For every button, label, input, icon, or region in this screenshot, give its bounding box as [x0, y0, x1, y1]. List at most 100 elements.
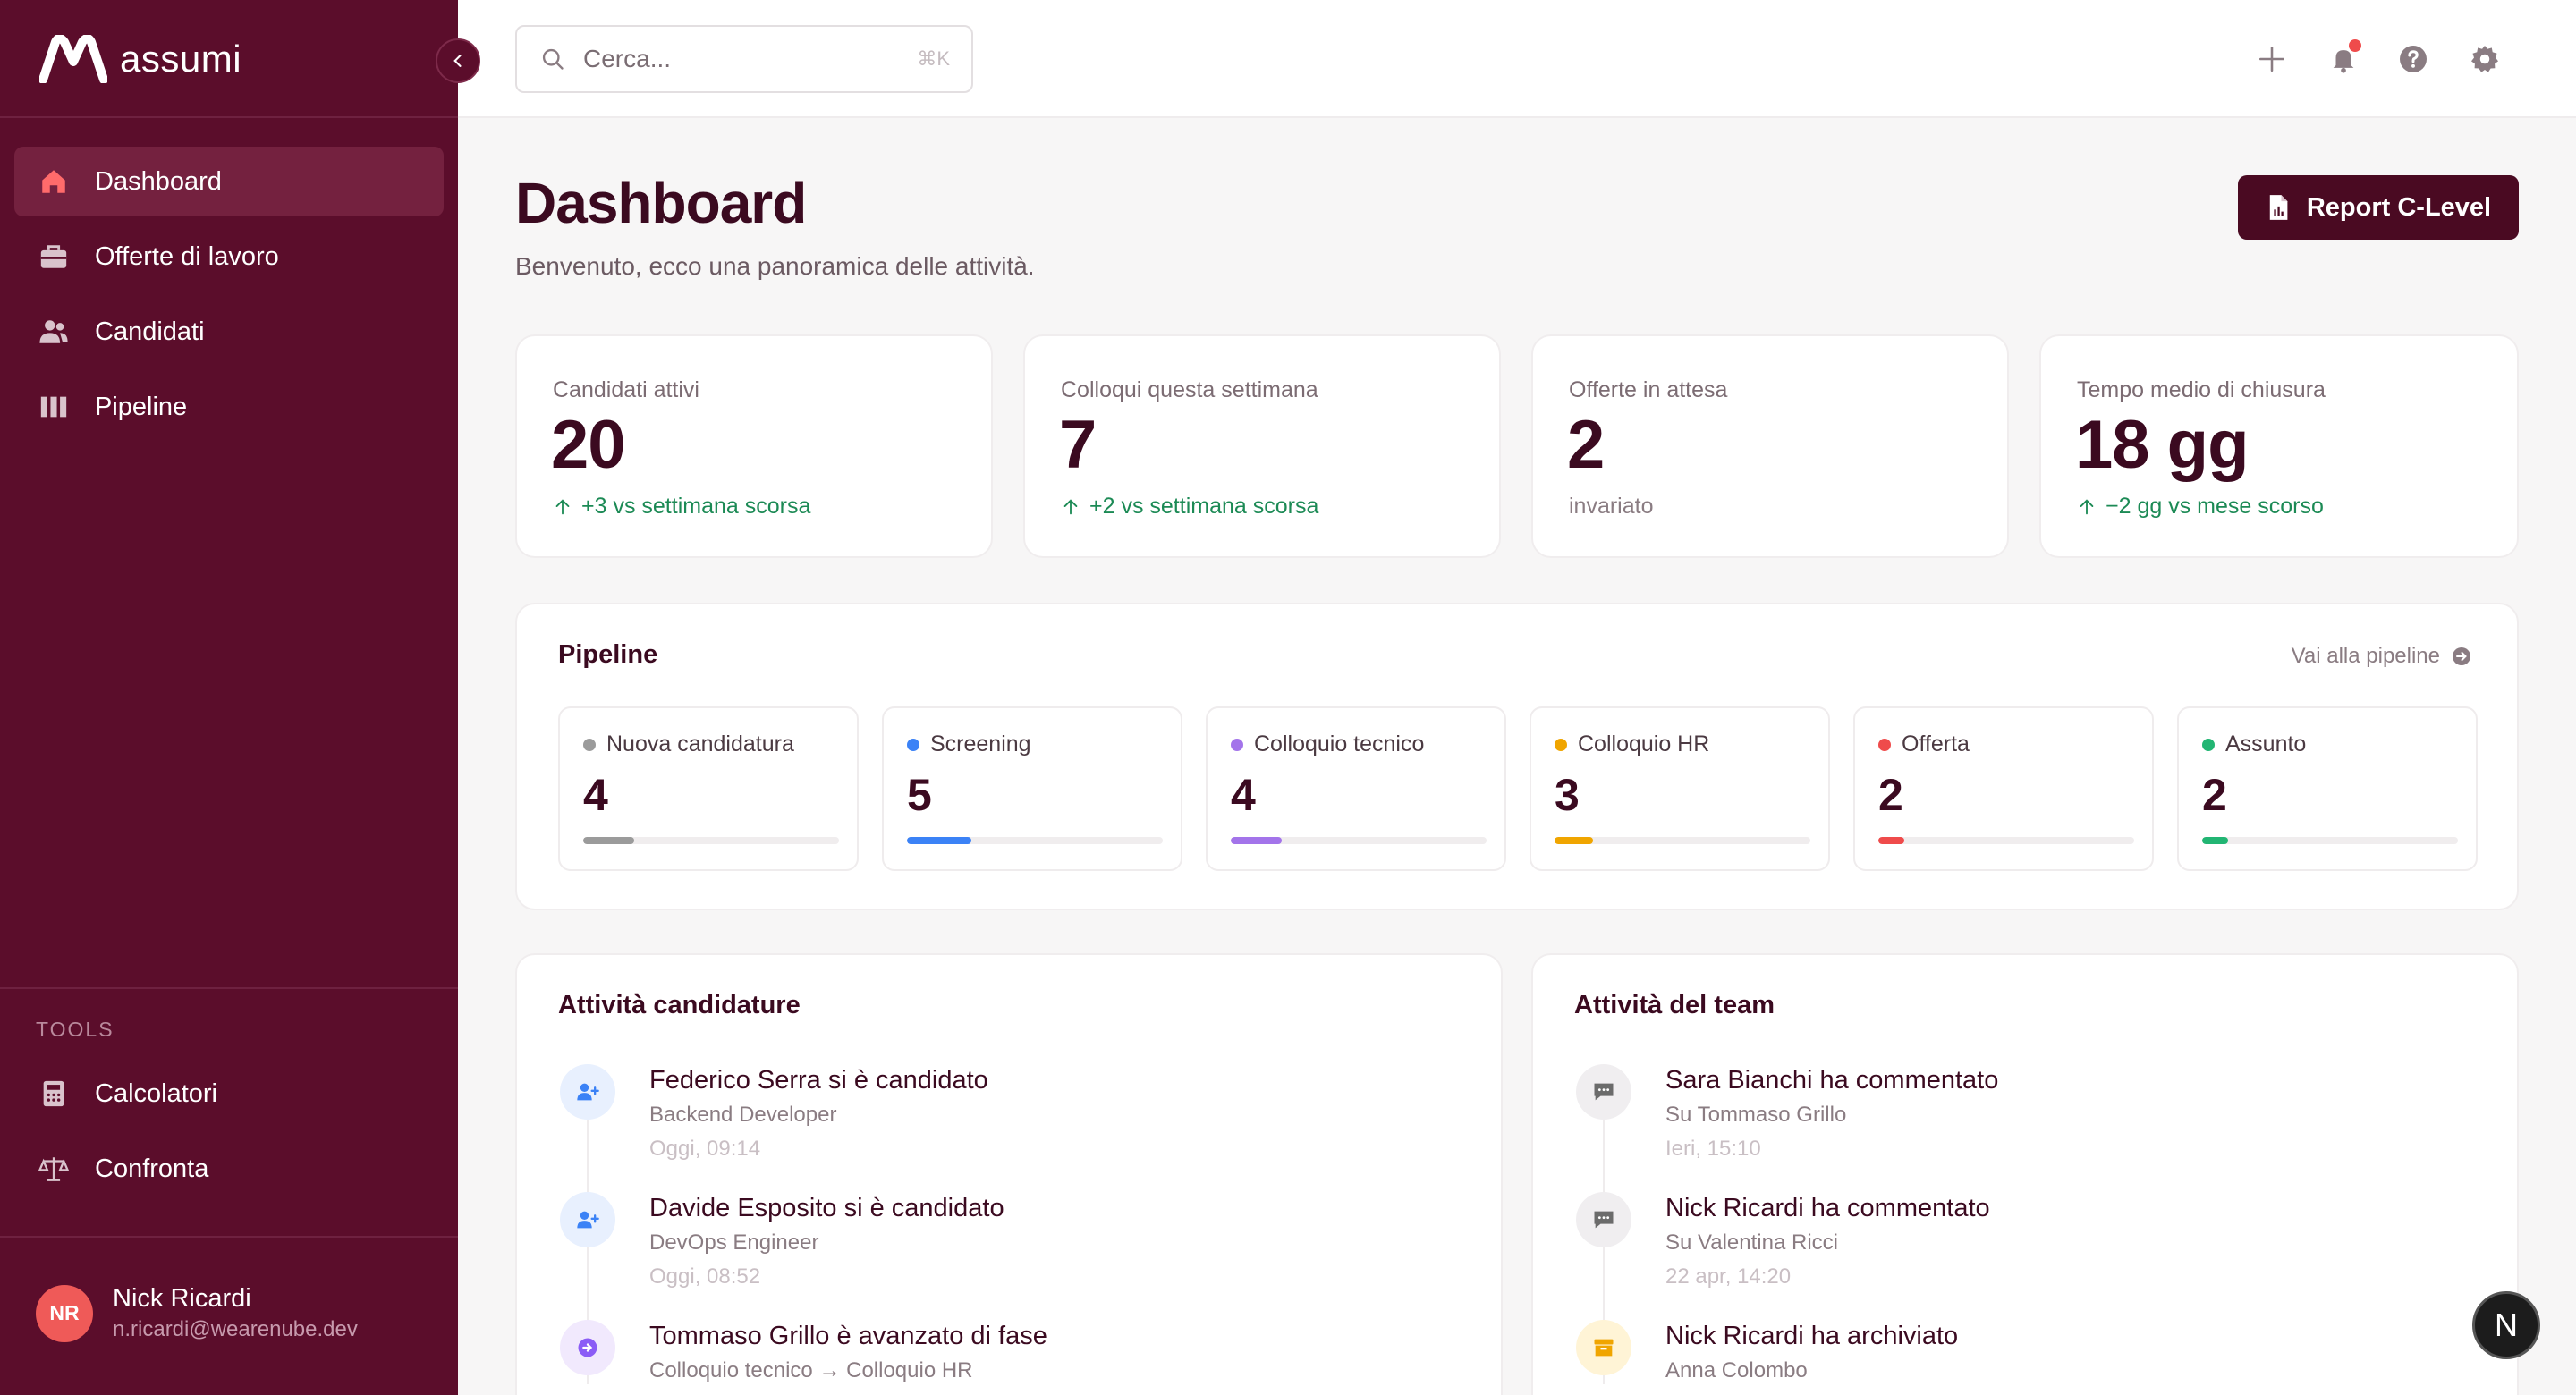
activity-item[interactable]: Nick Ricardi ha archiviato Anna Colombo — [1576, 1320, 1958, 1383]
sidebar-item-pipeline[interactable]: Pipeline — [14, 372, 444, 442]
activity-item[interactable]: Davide Esposito si è candidato DevOps En… — [560, 1192, 1004, 1289]
stage-progress-fill — [907, 837, 971, 844]
sidebar-item-offerte[interactable]: Offerte di lavoro — [14, 222, 444, 292]
topbar: ⌘K — [458, 0, 2576, 118]
activity-item[interactable]: Federico Serra si è candidato Backend De… — [560, 1064, 988, 1162]
search-box[interactable]: ⌘K — [515, 25, 973, 93]
activity-time: Oggi, 09:14 — [649, 1137, 761, 1161]
activity-title: Federico Serra si è candidato — [649, 1066, 988, 1095]
stage-progress-fill — [1231, 837, 1283, 844]
arrow-circle-right-icon — [2453, 647, 2470, 665]
user-name: Nick Ricardi — [113, 1284, 251, 1313]
search-input[interactable] — [583, 45, 887, 73]
stage-progress — [907, 837, 1163, 844]
plus-icon — [2258, 46, 2285, 72]
sidebar-item-dashboard[interactable]: Dashboard — [14, 147, 444, 216]
stage-dot — [1231, 738, 1243, 751]
gear-icon — [2471, 46, 2498, 72]
pipeline-title: Pipeline — [558, 640, 658, 669]
arrow-up-icon — [2080, 498, 2094, 514]
avatar: NR — [36, 1284, 93, 1342]
stat-card-candidati[interactable]: Candidati attivi 20 +3 vs settimana scor… — [515, 334, 993, 558]
activity-team-panel: Attività del team Sara Bianchi ha commen… — [1531, 953, 2519, 1395]
app-name: assumi — [120, 38, 242, 80]
stat-change-text: +2 vs settimana scorsa — [1089, 494, 1319, 519]
pipeline-stage-colloquio-tecnico[interactable]: Colloquio tecnico 4 — [1206, 706, 1506, 871]
report-c-level-button[interactable]: Report C-Level — [2238, 175, 2519, 240]
activity-item[interactable]: Tommaso Grillo è avanzato di fase Colloq… — [560, 1320, 1047, 1383]
stage-count: 5 — [907, 770, 932, 820]
document-icon — [2269, 195, 2288, 220]
pipeline-stage-colloquio-hr[interactable]: Colloquio HR 3 — [1530, 706, 1830, 871]
stage-count: 3 — [1555, 770, 1580, 820]
stat-value: 2 — [1567, 407, 1605, 483]
page-subtitle: Benvenuto, ecco una panoramica delle att… — [515, 252, 1035, 280]
stat-value: 18 gg — [2075, 407, 2249, 483]
stage-label: Nuova candidatura — [606, 731, 794, 757]
add-button[interactable] — [2252, 39, 2292, 79]
page-title: Dashboard — [515, 171, 807, 235]
sidebar-item-confronta[interactable]: Confronta — [14, 1134, 444, 1204]
stage-dot — [1555, 738, 1567, 751]
pipeline-stage-offerta[interactable]: Offerta 2 — [1853, 706, 2154, 871]
activity-subtitle: Colloquio tecnico → Colloquio HR — [649, 1358, 973, 1382]
stage-dot — [907, 738, 919, 751]
stage-progress-fill — [1555, 837, 1593, 844]
archive-icon — [1576, 1320, 1631, 1375]
stage-progress-fill — [1878, 837, 1904, 844]
stat-card-tempo[interactable]: Tempo medio di chiusura 18 gg −2 gg vs m… — [2039, 334, 2519, 558]
help-button[interactable] — [2394, 39, 2433, 79]
report-button-label: Report C-Level — [2306, 192, 2492, 222]
pipeline-stage-screening[interactable]: Screening 5 — [882, 706, 1182, 871]
activity-subtitle: DevOps Engineer — [649, 1230, 819, 1255]
sidebar-item-label: Candidati — [95, 317, 205, 346]
activity-title: Nick Ricardi ha commentato — [1665, 1194, 1990, 1222]
floating-action-button[interactable]: N — [2472, 1291, 2540, 1359]
activity-time: 22 apr, 14:20 — [1665, 1264, 1792, 1289]
stat-change-text: +3 vs settimana scorsa — [581, 494, 811, 519]
notification-dot — [2349, 39, 2361, 52]
sidebar: assumi Dashboard Offerte di lavoro Candi… — [0, 0, 458, 1395]
settings-button[interactable] — [2465, 39, 2504, 79]
chevron-left-icon — [453, 55, 462, 67]
comment-icon — [1576, 1192, 1631, 1247]
activity-title: Sara Bianchi ha commentato — [1665, 1066, 1999, 1095]
stage-count: 2 — [2202, 770, 2227, 820]
sidebar-item-label: Calcolatori — [95, 1078, 217, 1108]
app-logo[interactable]: assumi — [39, 32, 242, 86]
tools-section-label: TOOLS — [36, 1018, 114, 1041]
pipeline-stage-assunto[interactable]: Assunto 2 — [2177, 706, 2478, 871]
stat-change: −2 gg vs mese scorso — [2077, 494, 2324, 520]
stat-value: 7 — [1059, 407, 1097, 483]
stat-card-offerte[interactable]: Offerte in attesa 2 invariato — [1531, 334, 2009, 558]
pipeline-stage-nuova-candidatura[interactable]: Nuova candidatura 4 — [558, 706, 859, 871]
activity-subtitle: Anna Colombo — [1665, 1358, 1808, 1382]
sidebar-item-calcolatori[interactable]: Calcolatori — [14, 1059, 444, 1129]
go-to-pipeline-link[interactable]: Vai alla pipeline — [2292, 644, 2472, 669]
stage-progress — [1231, 837, 1487, 844]
activity-subtitle: Su Tommaso Grillo — [1665, 1103, 1847, 1127]
stage-progress-fill — [2202, 837, 2228, 844]
stage-progress — [1555, 837, 1810, 844]
sidebar-divider — [0, 116, 458, 118]
search-icon — [542, 48, 564, 70]
notifications-button[interactable] — [2324, 39, 2363, 79]
sidebar-item-label: Dashboard — [95, 166, 222, 196]
stat-change: +2 vs settimana scorsa — [1061, 494, 1318, 520]
stat-label: Tempo medio di chiusura — [2077, 377, 2326, 402]
activity-item[interactable]: Nick Ricardi ha commentato Su Valentina … — [1576, 1192, 1990, 1289]
collapse-sidebar-button[interactable] — [436, 38, 480, 83]
activity-title: Tommaso Grillo è avanzato di fase — [649, 1322, 1047, 1350]
activity-candidates-panel: Attività candidature Federico Serra si è… — [515, 953, 1503, 1395]
sidebar-item-label: Pipeline — [95, 392, 188, 421]
activity-time: Ieri, 15:10 — [1665, 1137, 1761, 1161]
activity-title: Nick Ricardi ha archiviato — [1665, 1322, 1959, 1350]
stage-dot — [1878, 738, 1891, 751]
activity-subtitle: Backend Developer — [649, 1103, 837, 1127]
sidebar-item-candidati[interactable]: Candidati — [14, 297, 444, 367]
activity-item[interactable]: Sara Bianchi ha commentato Su Tommaso Gr… — [1576, 1064, 1998, 1162]
user-profile[interactable]: NR Nick Ricardi n.ricardi@wearenube.dev — [36, 1284, 358, 1342]
activity-team-title: Attività del team — [1574, 991, 1775, 1019]
users-icon — [38, 316, 70, 348]
stat-card-colloqui[interactable]: Colloqui questa settimana 7 +2 vs settim… — [1023, 334, 1501, 558]
